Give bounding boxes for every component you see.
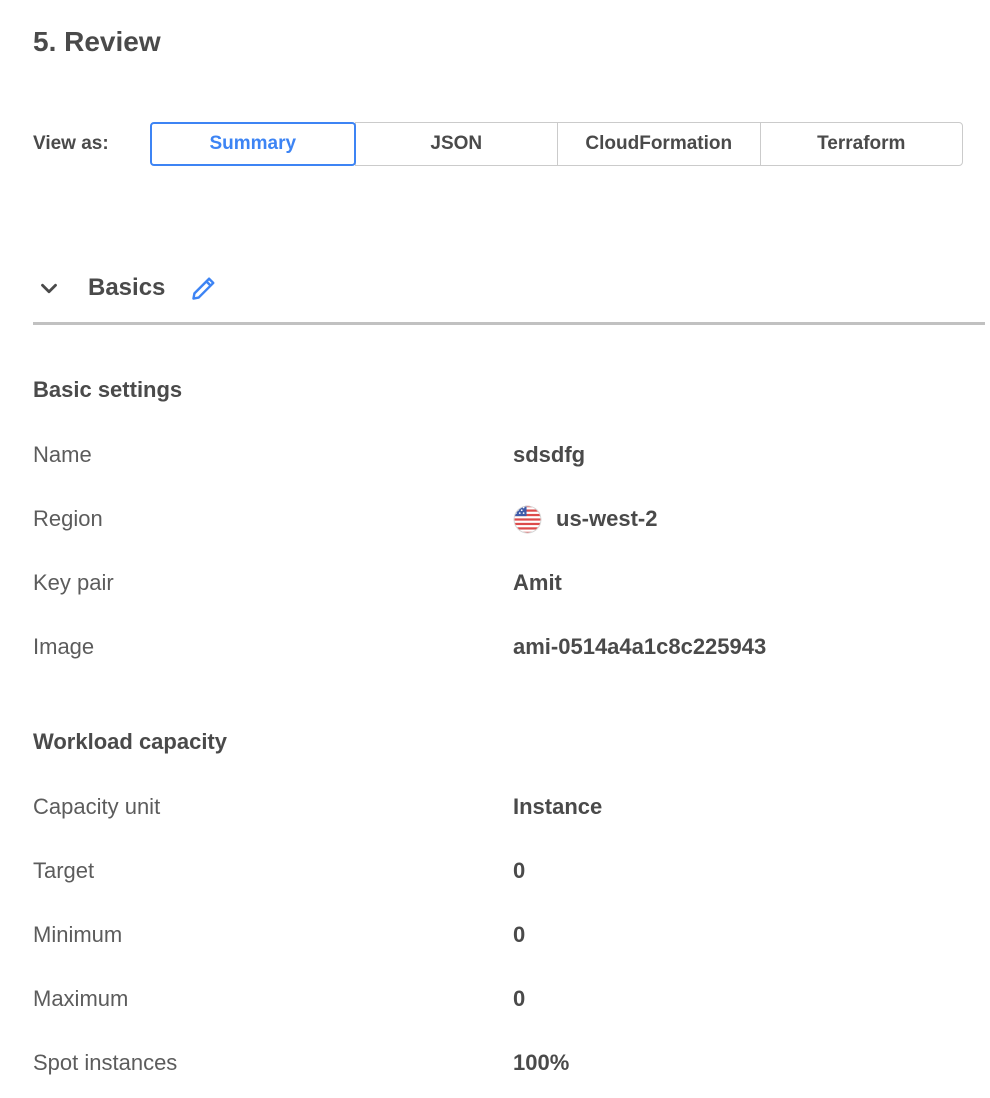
row-value: 0 [513,922,525,948]
row-key-pair: Key pair Amit [33,551,985,615]
row-label: Capacity unit [33,794,513,820]
row-name: Name sdsdfg [33,423,985,487]
row-label: Region [33,506,513,532]
row-value: 0 [513,986,525,1012]
tab-cloudformation[interactable]: CloudFormation [557,122,761,166]
row-maximum: Maximum 0 [33,967,985,1031]
row-label: Image [33,634,513,660]
row-value: Instance [513,794,602,820]
row-value: ami-0514a4a1c8c225943 [513,634,766,660]
tab-terraform[interactable]: Terraform [760,122,964,166]
basics-section-header[interactable]: Basics [33,270,985,306]
row-label: Minimum [33,922,513,948]
pencil-icon [189,274,218,303]
row-label: Spot instances [33,1050,513,1076]
section-divider [33,322,985,325]
row-label: Maximum [33,986,513,1012]
row-capacity-unit: Capacity unit Instance [33,775,985,839]
group-heading: Workload capacity [33,729,985,755]
group-rows: Name sdsdfg Region [33,423,985,679]
us-flag-icon [513,505,542,534]
group-basic-settings: Basic settings Name sdsdfg Region [33,377,985,679]
view-as-label: View as: [33,133,150,155]
row-value: sdsdfg [513,442,585,468]
region-value-text: us-west-2 [556,506,657,532]
row-spot-instances: Spot instances 100% [33,1031,985,1095]
row-minimum: Minimum 0 [33,903,985,967]
section-title: Basics [88,274,165,302]
group-heading: Basic settings [33,377,985,403]
row-region: Region [33,487,985,551]
group-workload-capacity: Workload capacity Capacity unit Instance… [33,729,985,1095]
row-value: 0 [513,858,525,884]
row-target: Target 0 [33,839,985,903]
tab-json[interactable]: JSON [355,122,559,166]
page-title: 5. Review [33,26,985,58]
row-label: Name [33,442,513,468]
chevron-down-icon[interactable] [36,275,62,301]
view-as-tab-group: Summary JSON CloudFormation Terraform [150,122,963,166]
row-label: Target [33,858,513,884]
row-label: Key pair [33,570,513,596]
edit-basics-button[interactable] [189,274,218,303]
tab-summary[interactable]: Summary [150,122,356,166]
row-image: Image ami-0514a4a1c8c225943 [33,615,985,679]
group-rows: Capacity unit Instance Target 0 Minimum … [33,775,985,1095]
row-value: us-west-2 [513,505,657,534]
review-step-panel: 5. Review View as: Summary JSON CloudFor… [0,26,990,1095]
view-as-row: View as: Summary JSON CloudFormation Ter… [33,122,985,166]
row-value: Amit [513,570,562,596]
row-value: 100% [513,1050,569,1076]
